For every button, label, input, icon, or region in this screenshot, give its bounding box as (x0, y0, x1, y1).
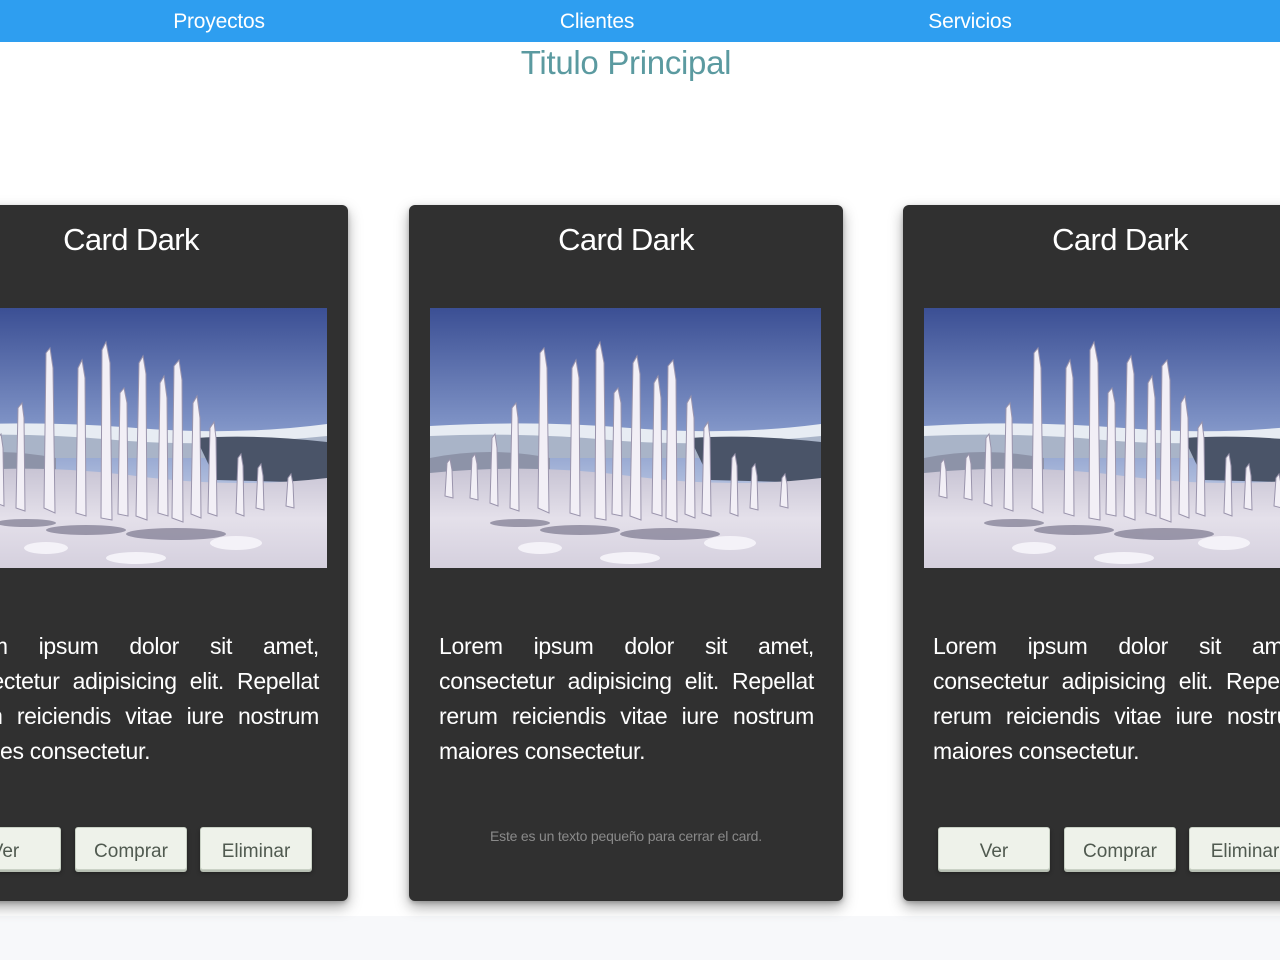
card-right-text: Lorem ipsum dolor sit amet, consectetur … (933, 633, 1280, 764)
card-left-delete-button[interactable]: Eliminar (200, 827, 312, 870)
nav-link-clientes[interactable]: Clientes (560, 0, 634, 42)
card-right-image (924, 308, 1280, 568)
card-right-title: Card Dark (1052, 222, 1188, 257)
card-center-image (430, 308, 821, 568)
page: Proyectos Clientes Servicios Titulo Prin… (0, 0, 1280, 960)
card-center-footer-text: Este es un texto pequeño para cerrar el … (490, 828, 762, 844)
nav-link-proyectos[interactable]: Proyectos (173, 0, 265, 42)
card-left-text: Lorem ipsum dolor sit amet, consectetur … (0, 633, 319, 764)
page-title: Titulo Principal (520, 44, 732, 81)
card-center-text: Lorem ipsum dolor sit amet, consectetur … (439, 633, 814, 764)
card-right-delete-button[interactable]: Eliminar (1189, 827, 1280, 870)
card-center-title: Card Dark (558, 222, 694, 257)
top-navbar: Proyectos Clientes Servicios (0, 0, 1280, 42)
card-left-title: Card Dark (63, 222, 199, 257)
card-left-image (0, 308, 327, 568)
card-left-buy-button[interactable]: Comprar (75, 827, 187, 870)
card-right-view-button[interactable]: Ver (938, 827, 1050, 870)
nav-link-servicios[interactable]: Servicios (928, 0, 1012, 42)
card-left-view-button[interactable]: Ver (0, 827, 61, 870)
card-right-buy-button[interactable]: Comprar (1064, 827, 1176, 870)
